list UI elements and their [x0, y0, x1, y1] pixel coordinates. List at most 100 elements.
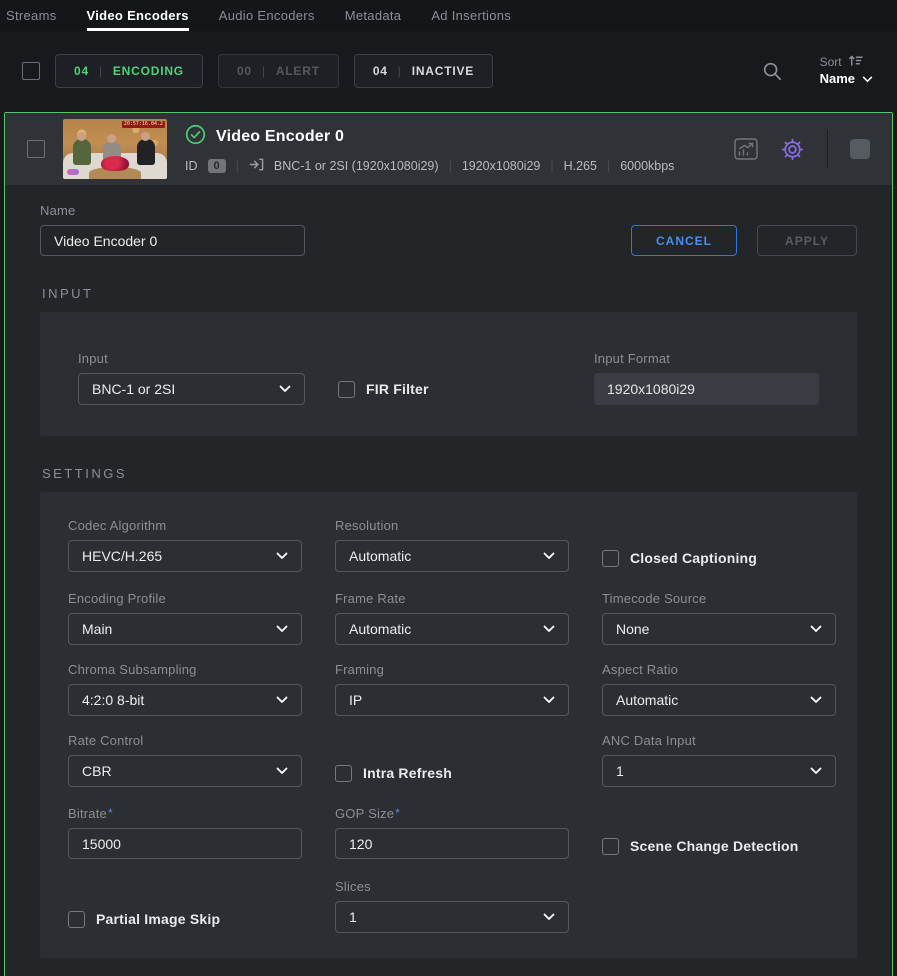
bitrate-label: Bitrate* — [68, 806, 302, 821]
codec-algorithm-select[interactable]: HEVC/H.265 — [68, 540, 302, 572]
gop-size-field: GOP Size* — [335, 806, 569, 862]
required-mark: * — [395, 806, 400, 820]
anc-data-input-select[interactable]: 1 — [602, 755, 836, 787]
aspect-ratio-select[interactable]: Automatic — [602, 684, 836, 716]
input-select[interactable]: BNC-1 or 2SI — [78, 373, 305, 405]
fir-filter-checkbox[interactable] — [338, 381, 355, 398]
thumbnail-timecode: 20:57:16.04.2 — [122, 121, 165, 128]
tab-ad-insertions[interactable]: Ad Insertions — [431, 0, 511, 31]
gop-size-label: GOP Size* — [335, 806, 569, 821]
tab-streams[interactable]: Streams — [6, 0, 57, 31]
encoder-title: Video Encoder 0 — [216, 128, 344, 146]
intra-refresh-checkbox-field[interactable]: Intra Refresh — [335, 757, 569, 789]
filter-separator: | — [99, 64, 103, 78]
filter-alert-button[interactable]: 00 | ALERT — [218, 54, 339, 88]
timecode-source-field: Timecode Source None — [602, 591, 836, 645]
tab-video-encoders[interactable]: Video Encoders — [87, 0, 189, 31]
chevron-down-icon — [543, 625, 555, 633]
filter-encoding-button[interactable]: 04 | ENCODING — [55, 54, 203, 88]
name-label: Name — [40, 203, 305, 218]
slices-select[interactable]: 1 — [335, 901, 569, 933]
sort-control: Sort Name — [820, 54, 873, 87]
closed-captioning-label: Closed Captioning — [630, 550, 757, 566]
chevron-down-icon — [276, 696, 288, 704]
anc-data-input-field: ANC Data Input 1 — [602, 733, 836, 789]
timecode-source-label: Timecode Source — [602, 591, 836, 606]
encoding-count: 04 — [74, 64, 89, 78]
aspect-ratio-label: Aspect Ratio — [602, 662, 836, 677]
meta-source: BNC-1 or 2SI (1920x1080i29) — [274, 159, 439, 173]
intra-refresh-label: Intra Refresh — [363, 765, 452, 781]
rate-control-select[interactable]: CBR — [68, 755, 302, 787]
gop-size-input[interactable] — [335, 828, 569, 859]
thumbnail-logo — [67, 169, 79, 175]
chevron-down-icon — [276, 625, 288, 633]
intra-refresh-checkbox[interactable] — [335, 765, 352, 782]
frame-rate-field: Frame Rate Automatic — [335, 591, 569, 645]
frame-rate-label: Frame Rate — [335, 591, 569, 606]
inactive-count: 04 — [373, 64, 388, 78]
closed-captioning-checkbox[interactable] — [602, 550, 619, 567]
name-form-row: Name CANCEL APPLY — [40, 203, 857, 256]
header-divider — [827, 130, 828, 168]
settings-section-title: SETTINGS — [42, 466, 857, 481]
chevron-down-icon — [276, 552, 288, 560]
input-label: Input — [78, 351, 305, 366]
frame-rate-select[interactable]: Automatic — [335, 613, 569, 645]
chevron-down-icon — [810, 625, 822, 633]
required-mark: * — [108, 806, 113, 820]
sort-order-icon[interactable] — [848, 54, 863, 71]
sort-value: Name — [820, 71, 855, 87]
id-label: ID — [185, 159, 198, 173]
stop-button[interactable] — [850, 139, 870, 159]
rate-control-label: Rate Control — [68, 733, 302, 748]
chevron-down-icon — [276, 767, 288, 775]
resolution-label: Resolution — [335, 518, 569, 533]
filter-inactive-button[interactable]: 04 | INACTIVE — [354, 54, 493, 88]
partial-image-skip-checkbox-field[interactable]: Partial Image Skip — [68, 903, 302, 935]
settings-gear-icon[interactable] — [780, 137, 805, 162]
fir-filter-label: FIR Filter — [366, 381, 429, 397]
chroma-subsampling-select[interactable]: 4:2:0 8-bit — [68, 684, 302, 716]
sort-label: Sort — [820, 55, 842, 70]
status-ok-icon — [185, 124, 206, 150]
search-icon[interactable] — [761, 60, 783, 82]
cancel-button[interactable]: CANCEL — [631, 225, 737, 256]
bitrate-input[interactable] — [68, 828, 302, 859]
input-format-label: Input Format — [594, 351, 819, 366]
anc-data-input-label: ANC Data Input — [602, 733, 836, 748]
tab-audio-encoders[interactable]: Audio Encoders — [219, 0, 315, 31]
input-source-icon — [249, 157, 264, 175]
chevron-down-icon — [810, 767, 822, 775]
filter-separator: | — [262, 64, 266, 78]
meta-bitrate: 6000kbps — [620, 159, 674, 173]
stats-chart-icon[interactable] — [734, 138, 758, 160]
sort-field-dropdown[interactable]: Name — [820, 71, 873, 87]
meta-codec: H.265 — [564, 159, 597, 173]
thumbnail-flowers — [101, 156, 129, 171]
encoder-select-checkbox[interactable] — [27, 140, 45, 158]
timecode-source-select[interactable]: None — [602, 613, 836, 645]
framing-select[interactable]: IP — [335, 684, 569, 716]
chevron-down-icon — [279, 385, 291, 393]
partial-image-skip-label: Partial Image Skip — [96, 911, 220, 927]
bitrate-field: Bitrate* — [68, 806, 302, 862]
name-input[interactable] — [40, 225, 305, 256]
preview-thumbnail: 20:57:16.04.2 — [63, 119, 167, 179]
resolution-select[interactable]: Automatic — [335, 540, 569, 572]
partial-image-skip-checkbox[interactable] — [68, 911, 85, 928]
scene-change-detection-checkbox[interactable] — [602, 838, 619, 855]
tab-metadata[interactable]: Metadata — [345, 0, 402, 31]
encoding-profile-select[interactable]: Main — [68, 613, 302, 645]
chevron-down-icon — [543, 696, 555, 704]
slices-field: Slices 1 — [335, 879, 569, 935]
select-all-checkbox[interactable] — [22, 62, 40, 80]
scene-change-detection-checkbox-field[interactable]: Scene Change Detection — [602, 830, 836, 862]
fir-filter-checkbox-field[interactable]: FIR Filter — [338, 373, 429, 405]
closed-captioning-checkbox-field[interactable]: Closed Captioning — [602, 542, 836, 574]
filter-separator: | — [398, 64, 402, 78]
input-section-title: INPUT — [42, 286, 857, 301]
settings-panel: Codec Algorithm HEVC/H.265 Resolution Au… — [40, 492, 857, 958]
encoder-config-screen: Streams Video Encoders Audio Encoders Me… — [0, 0, 897, 976]
apply-button[interactable]: APPLY — [757, 225, 857, 256]
